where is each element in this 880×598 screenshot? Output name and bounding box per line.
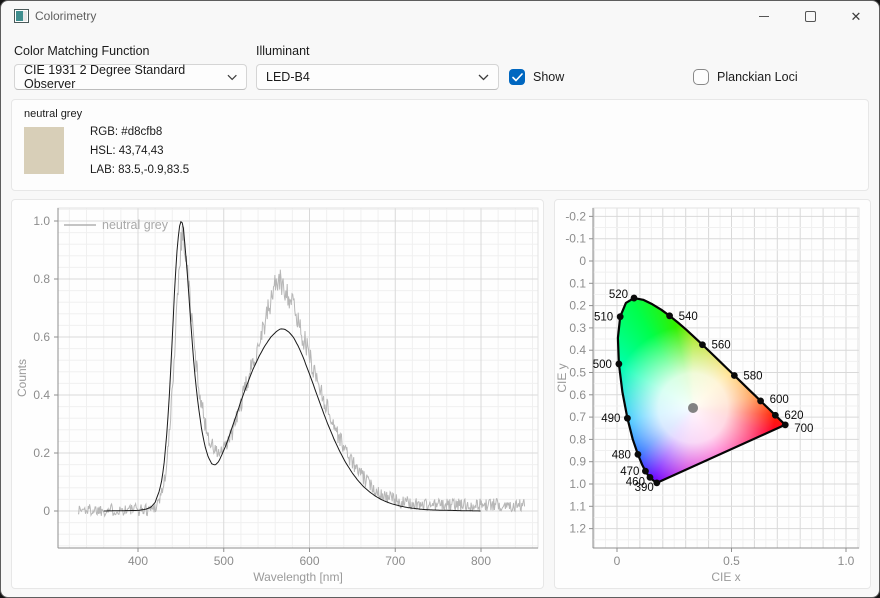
swatch-name: neutral grey — [24, 108, 82, 120]
illuminant-select[interactable]: LED-B4 — [256, 64, 499, 90]
chevron-down-icon — [227, 74, 237, 81]
planckian-loci-checkbox[interactable] — [693, 69, 709, 85]
swatch-lab-value: LAB: 83.5,-0.9,83.5 — [90, 164, 189, 176]
app-icon — [14, 9, 29, 23]
maximize-button[interactable] — [787, 1, 833, 31]
svg-text:400: 400 — [128, 554, 148, 568]
svg-text:580: 580 — [743, 370, 762, 382]
swatch-rgb-value: RGB: #d8cfb8 — [90, 126, 189, 138]
cmf-selected-value: CIE 1931 2 Degree Standard Observer — [24, 63, 227, 91]
svg-text:500: 500 — [593, 359, 612, 371]
svg-text:Counts: Counts — [15, 359, 29, 397]
svg-text:500: 500 — [214, 554, 234, 568]
svg-text:560: 560 — [711, 340, 730, 352]
svg-text:520: 520 — [609, 289, 628, 301]
illuminant-label: Illuminant — [256, 44, 310, 58]
show-checkbox-label: Show — [533, 70, 564, 84]
svg-text:470: 470 — [620, 466, 639, 478]
illuminant-selected-value: LED-B4 — [266, 70, 310, 84]
cmf-label: Color Matching Function — [14, 44, 149, 58]
chromaticity-plot-panel[interactable]: 00.51.0-0.2-0.100.10.20.30.40.50.60.70.8… — [554, 199, 871, 589]
swatch-hsl-value: HSL: 43,74,43 — [90, 145, 189, 157]
maximize-icon — [805, 11, 816, 22]
svg-text:0: 0 — [43, 504, 50, 518]
color-swatch — [24, 127, 64, 174]
svg-text:490: 490 — [601, 413, 620, 425]
svg-text:800: 800 — [471, 554, 491, 568]
close-button[interactable]: ✕ — [833, 1, 879, 31]
chevron-down-icon — [478, 74, 489, 81]
svg-text:700: 700 — [794, 423, 813, 435]
svg-text:620: 620 — [784, 410, 803, 422]
minimize-icon — [759, 16, 769, 17]
planckian-loci-label: Planckian Loci — [717, 70, 798, 84]
svg-text:0.6: 0.6 — [33, 330, 50, 344]
svg-text:Wavelength [nm]: Wavelength [nm] — [253, 570, 343, 584]
svg-text:neutral grey: neutral grey — [102, 218, 169, 232]
svg-text:0.2: 0.2 — [33, 446, 50, 460]
app-window: Colorimetry ✕ Color Matching Function Il… — [0, 0, 880, 598]
show-checkbox[interactable] — [509, 69, 525, 85]
check-icon — [512, 73, 523, 82]
window-title: Colorimetry — [35, 9, 96, 23]
svg-text:600: 600 — [770, 394, 789, 406]
minimize-button[interactable] — [741, 1, 787, 31]
svg-text:600: 600 — [299, 554, 319, 568]
svg-text:480: 480 — [612, 449, 631, 461]
swatch-panel: neutral grey RGB: #d8cfb8 HSL: 43,74,43 … — [11, 99, 869, 191]
close-icon: ✕ — [851, 10, 862, 23]
svg-text:1.0: 1.0 — [33, 214, 50, 228]
spectrum-canvas[interactable]: 400 500 600 700 800 1.0 0.8 0.6 0.4 0.2 0 Wavelengt… — [12, 200, 543, 588]
svg-text:0.4: 0.4 — [33, 388, 50, 402]
svg-text:0.8: 0.8 — [33, 272, 50, 286]
cmf-select[interactable]: CIE 1931 2 Degree Standard Observer — [14, 64, 247, 90]
svg-text:510: 510 — [594, 312, 613, 324]
svg-text:700: 700 — [385, 554, 405, 568]
svg-text:540: 540 — [679, 311, 698, 323]
svg-text:460: 460 — [626, 476, 645, 488]
chromaticity-canvas[interactable]: 3904604704804905005105205405605806006207… — [555, 200, 870, 588]
spectrum-plot-panel[interactable]: 400 500 600 700 800 1.0 0.8 0.6 0.4 0.2 0 Wavelengt… — [11, 199, 544, 589]
titlebar: Colorimetry ✕ — [1, 1, 879, 31]
